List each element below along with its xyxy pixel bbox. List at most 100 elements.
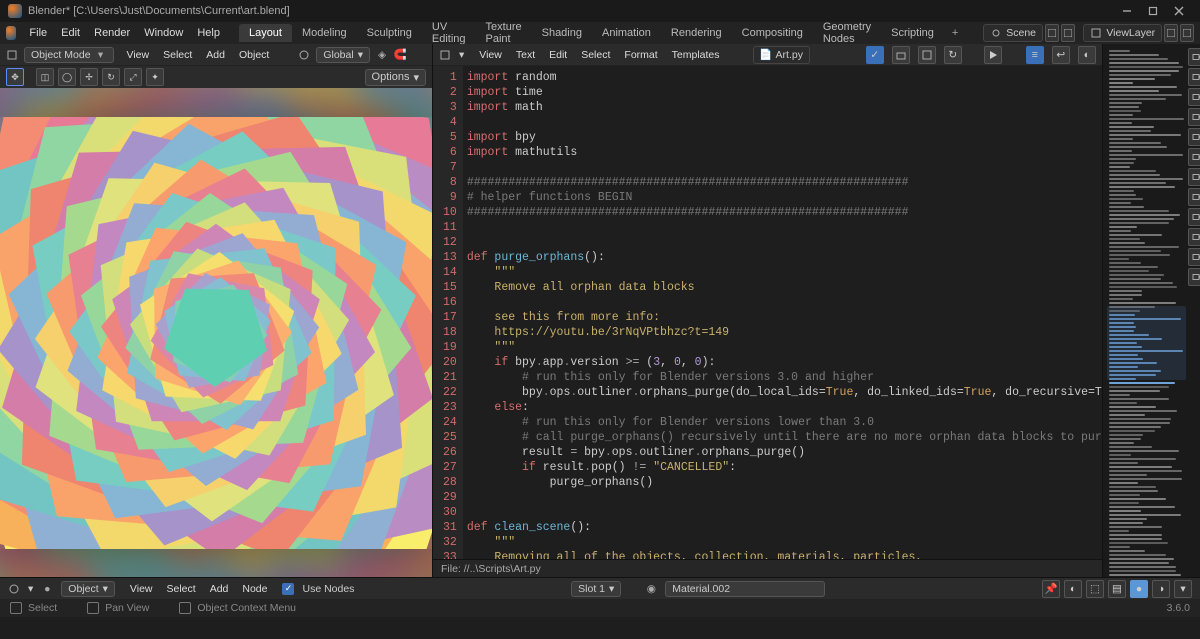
node-tree-dropdown[interactable]: Object ▾: [61, 581, 115, 597]
select-box-tool[interactable]: ◫: [36, 68, 54, 86]
reload-button[interactable]: ↻: [944, 46, 962, 64]
editor-type-icon[interactable]: [8, 583, 20, 595]
viewlayer-browse-button[interactable]: [1164, 24, 1178, 42]
blender-icon[interactable]: [6, 26, 16, 40]
camera-icon[interactable]: [1188, 168, 1200, 186]
open-button[interactable]: [892, 46, 910, 64]
mouse-icon: [10, 602, 22, 614]
material-icon: ◉: [645, 583, 657, 595]
text-menu-format[interactable]: Format: [617, 47, 664, 63]
code-editor[interactable]: 1234567891011121314151617181920212223242…: [433, 66, 1102, 559]
snap-icon[interactable]: 🧲: [394, 49, 406, 61]
btn[interactable]: ◑: [1152, 580, 1170, 598]
tab-compositing[interactable]: Compositing: [732, 24, 813, 42]
word-wrap-button[interactable]: ↩: [1052, 46, 1070, 64]
tab-rendering[interactable]: Rendering: [661, 24, 732, 42]
select-circle-tool[interactable]: ◯: [58, 68, 76, 86]
tab-shading[interactable]: Shading: [532, 24, 592, 42]
node-editor-header: ▾ ● Object ▾ ViewSelectAddNode ✓ Use Nod…: [0, 577, 1200, 599]
text-menu-templates[interactable]: Templates: [665, 47, 727, 63]
transform-tool[interactable]: ✦: [146, 68, 164, 86]
move-tool[interactable]: ✢: [80, 68, 98, 86]
save-button[interactable]: [918, 46, 936, 64]
close-button[interactable]: [1166, 2, 1192, 20]
text-menu-text[interactable]: Text: [509, 47, 542, 63]
camera-icon[interactable]: [1188, 268, 1200, 286]
vp-menu-view[interactable]: View: [120, 47, 157, 63]
tab-scripting[interactable]: Scripting: [881, 24, 944, 42]
camera-icon[interactable]: [1188, 248, 1200, 266]
orientation-dropdown[interactable]: Global▾: [316, 47, 370, 63]
tab-animation[interactable]: Animation: [592, 24, 661, 42]
outliner-panel[interactable]: [1102, 44, 1200, 577]
material-dropdown[interactable]: Material.002: [665, 581, 825, 597]
run-script-button[interactable]: [984, 46, 1002, 64]
scale-tool[interactable]: ⤢: [124, 68, 142, 86]
text-editor-pane: ▾ ViewTextEditSelectFormatTemplates 📄Art…: [433, 44, 1200, 577]
chevron-down-icon: ▾: [459, 49, 464, 61]
camera-icon[interactable]: [1188, 88, 1200, 106]
node-menu-node[interactable]: Node: [235, 581, 274, 597]
viewport-3d[interactable]: [0, 88, 432, 577]
node-type-icon[interactable]: ●: [41, 583, 53, 595]
editor-type-icon[interactable]: [439, 49, 451, 61]
tab-modeling[interactable]: Modeling: [292, 24, 357, 42]
add-workspace-button[interactable]: +: [946, 25, 964, 41]
tab-sculpting[interactable]: Sculpting: [357, 24, 422, 42]
viewlayer-new-button[interactable]: [1180, 24, 1194, 42]
vp-menu-add[interactable]: Add: [199, 47, 232, 63]
vp-menu-select[interactable]: Select: [156, 47, 199, 63]
options-dropdown[interactable]: Options ▾: [365, 69, 426, 86]
btn[interactable]: ◐: [1064, 580, 1082, 598]
pin-button[interactable]: 📌: [1042, 580, 1060, 598]
vp-menu-object[interactable]: Object: [232, 47, 276, 63]
btn[interactable]: ⬚: [1086, 580, 1104, 598]
btn[interactable]: ▤: [1108, 580, 1126, 598]
line-gutter: 1234567891011121314151617181920212223242…: [433, 66, 463, 559]
chevron-down-icon: ▾: [358, 49, 363, 61]
btn[interactable]: ●: [1130, 580, 1148, 598]
scene-new-button[interactable]: [1061, 24, 1075, 42]
menu-edit[interactable]: Edit: [54, 25, 87, 41]
viewlayer-dropdown[interactable]: ViewLayer: [1083, 24, 1162, 42]
menu-render[interactable]: Render: [87, 25, 137, 41]
editor-type-icon[interactable]: [6, 49, 18, 61]
cursor-tool[interactable]: ✥: [6, 68, 24, 86]
scene-browse-button[interactable]: [1045, 24, 1059, 42]
camera-icon[interactable]: [1188, 228, 1200, 246]
scene-dropdown[interactable]: Scene: [983, 24, 1043, 42]
camera-icon[interactable]: [1188, 188, 1200, 206]
text-file-dropdown[interactable]: 📄Art.py: [753, 46, 810, 64]
camera-icon[interactable]: [1188, 48, 1200, 66]
btn[interactable]: ▾: [1174, 580, 1192, 598]
tab-layout[interactable]: Layout: [239, 24, 292, 42]
camera-icon[interactable]: [1188, 108, 1200, 126]
syntax-button[interactable]: ✓: [866, 46, 884, 64]
code-body[interactable]: import randomimport timeimport mathimpor…: [463, 66, 1102, 559]
camera-icon[interactable]: [1188, 128, 1200, 146]
node-menu-select[interactable]: Select: [160, 581, 203, 597]
menu-file[interactable]: File: [22, 25, 54, 41]
camera-icon[interactable]: [1188, 208, 1200, 226]
maximize-button[interactable]: [1140, 2, 1166, 20]
mode-dropdown[interactable]: Object Mode▾: [24, 47, 114, 63]
rotate-tool[interactable]: ↻: [102, 68, 120, 86]
node-menu-view[interactable]: View: [123, 581, 160, 597]
minimize-button[interactable]: [1114, 2, 1140, 20]
text-menu-select[interactable]: Select: [574, 47, 617, 63]
text-menu-view[interactable]: View: [472, 47, 509, 63]
node-menu-add[interactable]: Add: [203, 581, 236, 597]
menu-window[interactable]: Window: [137, 25, 190, 41]
use-nodes-checkbox[interactable]: ✓: [282, 583, 294, 595]
syntax-hl-button[interactable]: ◐: [1078, 46, 1096, 64]
viewport-header: Object Mode▾ ViewSelectAddObject Global▾…: [0, 44, 432, 66]
text-menu-edit[interactable]: Edit: [542, 47, 574, 63]
pivot-icon[interactable]: ◈: [376, 49, 388, 61]
camera-icon[interactable]: [1188, 68, 1200, 86]
line-numbers-button[interactable]: ≡: [1026, 46, 1044, 64]
camera-icon[interactable]: [1188, 148, 1200, 166]
slot-dropdown[interactable]: Slot 1 ▾: [571, 581, 621, 597]
use-nodes-label: Use Nodes: [302, 583, 354, 595]
menu-help[interactable]: Help: [190, 25, 227, 41]
orientation-icon[interactable]: [298, 49, 310, 61]
